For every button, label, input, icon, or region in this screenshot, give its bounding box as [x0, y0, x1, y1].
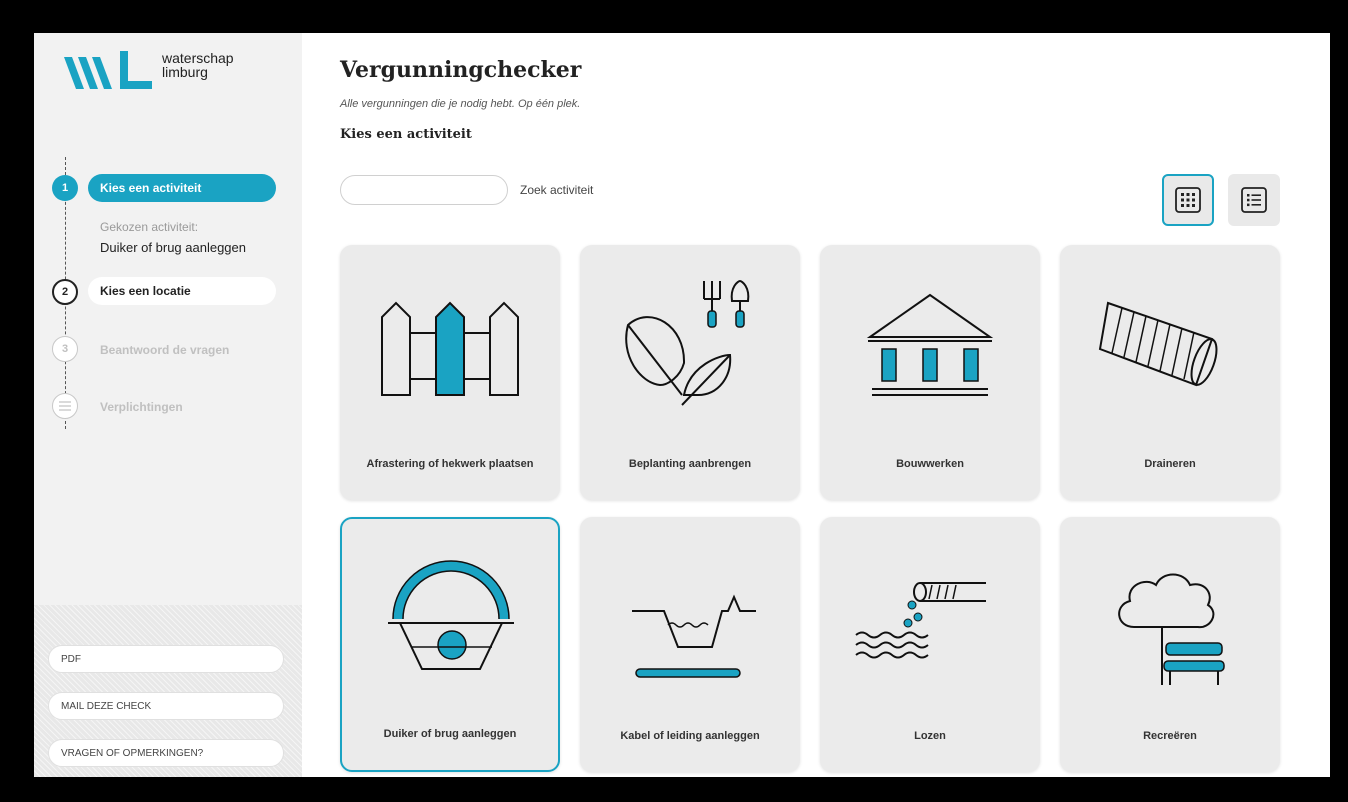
step-1-number: 1: [52, 175, 78, 201]
chosen-activity-label: Gekozen activiteit:: [100, 220, 199, 234]
cable-icon: [632, 594, 756, 678]
step-1-pill[interactable]: Kies een activiteit: [88, 174, 276, 202]
logo-text: waterschap limburg: [162, 51, 234, 79]
activity-card-label: Afrastering of hekwerk plaatsen: [366, 458, 534, 470]
chosen-activity-value: Duiker of brug aanleggen: [100, 240, 246, 255]
search-label: Zoek activiteit: [520, 183, 594, 197]
list-icon: [1241, 187, 1267, 213]
drain-pipe-icon: [1098, 301, 1218, 387]
mail-check-button[interactable]: MAIL DEZE CHECK: [48, 692, 284, 720]
step-4-label: Verplichtingen: [100, 400, 183, 414]
fence-icon: [381, 301, 519, 396]
activity-card-discharge[interactable]: Lozen: [820, 517, 1040, 772]
recreation-icon: [1118, 573, 1225, 685]
activity-card-label: Kabel of leiding aanleggen: [620, 730, 760, 742]
discharge-icon: [855, 582, 986, 659]
culvert-icon: [388, 560, 514, 670]
logo-line-1: waterschap: [162, 50, 234, 66]
step-2-pill[interactable]: Kies een locatie: [88, 277, 276, 305]
search-input[interactable]: [340, 175, 508, 205]
activity-card-planting[interactable]: Beplanting aanbrengen: [580, 245, 800, 500]
obligations-step-icon: [52, 393, 78, 419]
grid-icon: [1175, 187, 1201, 213]
activity-card-fence[interactable]: Afrastering of hekwerk plaatsen: [340, 245, 560, 500]
activity-card-culvert[interactable]: Duiker of brug aanleggen: [340, 517, 560, 772]
list-icon: [59, 401, 71, 411]
page-subtitle: Alle vergunningen die je nodig hebt. Op …: [340, 98, 581, 110]
activity-card-label: Beplanting aanbrengen: [628, 458, 752, 470]
logo[interactable]: waterschap limburg: [64, 49, 234, 91]
activity-card-label: Bouwwerken: [896, 458, 964, 470]
grid-view-button[interactable]: [1162, 174, 1214, 226]
page-title: Vergunningchecker: [340, 57, 582, 83]
section-title: Kies een activiteit: [340, 127, 472, 142]
activity-card-label: Lozen: [914, 730, 946, 742]
logo-line-2: limburg: [162, 64, 208, 80]
activity-card-building[interactable]: Bouwwerken: [820, 245, 1040, 500]
questions-button[interactable]: VRAGEN OF OPMERKINGEN?: [48, 739, 284, 767]
sidebar: waterschap limburg 1 Kies een activiteit…: [34, 33, 302, 777]
step-3-label: Beantwoord de vragen: [100, 343, 230, 357]
step-2-number: 2: [52, 279, 78, 305]
activity-card-label: Recreëren: [1143, 730, 1197, 742]
activity-card-drain[interactable]: Draineren: [1060, 245, 1280, 500]
plant-icon: [625, 279, 750, 406]
list-view-button[interactable]: [1228, 174, 1280, 226]
building-icon: [866, 293, 994, 396]
activity-card-label: Draineren: [1144, 458, 1196, 470]
activity-card-recreation[interactable]: Recreëren: [1060, 517, 1280, 772]
pdf-button[interactable]: PDF: [48, 645, 284, 673]
waterschap-logo-icon: [64, 51, 152, 89]
sidebar-actions: PDF MAIL DEZE CHECK VRAGEN OF OPMERKINGE…: [34, 605, 302, 777]
app-frame: waterschap limburg 1 Kies een activiteit…: [34, 33, 1330, 777]
step-3-number: 3: [52, 336, 78, 362]
activity-card-label: Duiker of brug aanleggen: [383, 728, 517, 740]
activity-card-cable[interactable]: Kabel of leiding aanleggen: [580, 517, 800, 772]
